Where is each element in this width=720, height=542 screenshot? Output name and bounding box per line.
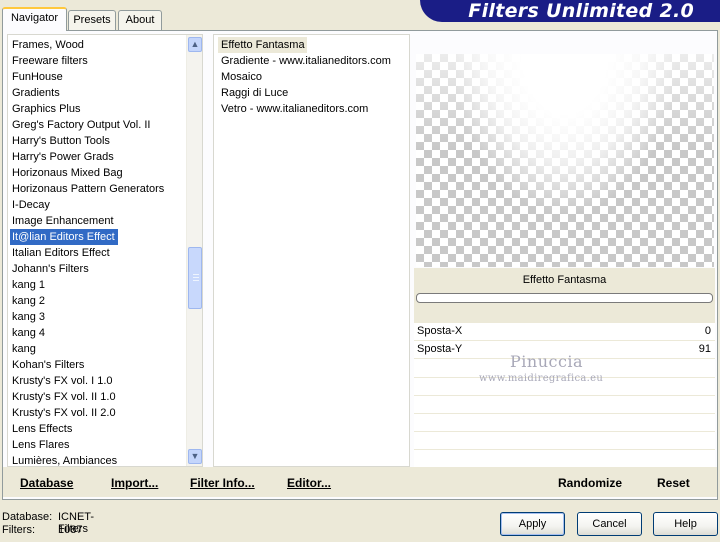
category-item[interactable]: It@lian Editors Effect <box>10 229 118 245</box>
filter-title: Effetto Fantasma <box>522 274 607 286</box>
category-listbox[interactable]: Frames, Wood Freeware filters FunHouse Grad… <box>7 34 203 467</box>
category-item[interactable]: Horizonaus Pattern Generators <box>8 181 186 197</box>
preview-effect <box>416 54 714 267</box>
category-item[interactable]: kang <box>8 341 186 357</box>
apply-button[interactable]: Apply <box>500 512 565 536</box>
category-item[interactable]: Italian Editors Effect <box>8 245 186 261</box>
randomize-button[interactable]: Randomize <box>558 476 622 490</box>
category-list[interactable]: Frames, Wood Freeware filters FunHouse Grad… <box>8 35 186 466</box>
editor-button[interactable]: Editor... <box>287 476 331 490</box>
cancel-button[interactable]: Cancel <box>577 512 642 536</box>
param-value: 91 <box>698 343 711 355</box>
progress-bar <box>416 293 713 303</box>
category-item[interactable]: Harry's Button Tools <box>8 133 186 149</box>
category-item[interactable]: Harry's Power Grads <box>8 149 186 165</box>
category-scrollbar[interactable]: ▲ ▼ <box>186 35 202 466</box>
divider <box>414 413 715 414</box>
reset-button[interactable]: Reset <box>657 476 690 490</box>
status-database-label: Database: <box>2 511 53 523</box>
divider <box>414 449 715 450</box>
category-item[interactable]: kang 3 <box>8 309 186 325</box>
app-title: Filters Unlimited 2.0 <box>468 0 694 22</box>
filter-listbox[interactable]: Effetto Fantasma Gradiente - www.italiane… <box>213 34 410 467</box>
watermark-site: www.maidiregrafica.eu <box>479 373 604 384</box>
status-filters: Filters: 1087 <box>2 524 82 536</box>
filter-item[interactable]: Effetto Fantasma <box>218 37 307 53</box>
category-item[interactable]: Lens Effects <box>8 421 186 437</box>
category-item[interactable]: I-Decay <box>8 197 186 213</box>
bottom-toolbar: Database Import... Filter Info... Editor… <box>3 467 717 497</box>
category-item[interactable]: Krusty's FX vol. II 1.0 <box>8 389 186 405</box>
tab-presets[interactable]: Presets <box>68 10 116 30</box>
import-label: Import... <box>111 476 159 490</box>
scroll-up-icon[interactable]: ▲ <box>188 37 202 52</box>
divider <box>414 395 715 396</box>
status-database: Database: ICNET-Filters <box>2 511 94 535</box>
category-item[interactable]: FunHouse <box>8 69 186 85</box>
category-item[interactable]: Gradients <box>8 85 186 101</box>
filter-info-label: Filter Info... <box>190 476 255 490</box>
category-item[interactable]: kang 1 <box>8 277 186 293</box>
database-label: Database <box>20 476 74 490</box>
category-item[interactable]: Krusty's FX vol. II 2.0 <box>8 405 186 421</box>
category-item[interactable]: Greg's Factory Output Vol. II <box>8 117 186 133</box>
parameter-area: Sposta-X 0 Sposta-Y 91 <box>414 323 715 467</box>
category-item[interactable]: Freeware filters <box>8 53 186 69</box>
category-item[interactable]: Johann's Filters <box>8 261 186 277</box>
filter-item[interactable]: Raggi di Luce <box>214 85 409 101</box>
category-item[interactable]: Image Enhancement <box>8 213 186 229</box>
status-filters-value: 1087 <box>58 524 83 536</box>
category-item[interactable]: Lumières, Ambiances <box>8 453 186 466</box>
category-item[interactable]: Horizonaus Mixed Bag <box>8 165 186 181</box>
param-row-sposta-x[interactable]: Sposta-X 0 <box>414 323 715 341</box>
category-item[interactable]: Frames, Wood <box>8 37 186 53</box>
grip-icon <box>193 274 199 281</box>
param-label: Sposta-X <box>417 325 463 337</box>
editor-label: Editor... <box>287 476 332 490</box>
category-item[interactable]: Kohan's Filters <box>8 357 186 373</box>
filter-list[interactable]: Effetto Fantasma Gradiente - www.italiane… <box>214 35 409 117</box>
divider <box>414 431 715 432</box>
preview-canvas <box>416 54 714 267</box>
help-button[interactable]: Help <box>653 512 718 536</box>
param-value: 0 <box>704 325 711 337</box>
category-item[interactable]: Lens Flares <box>8 437 186 453</box>
tab-navigator[interactable]: Navigator <box>2 7 67 31</box>
category-item[interactable]: Graphics Plus <box>8 101 186 117</box>
category-item[interactable]: Krusty's FX vol. I 1.0 <box>8 373 186 389</box>
scroll-thumb[interactable] <box>188 247 202 309</box>
category-item[interactable]: kang 2 <box>8 293 186 309</box>
filter-item[interactable]: Gradiente - www.italianeditors.com <box>214 53 409 69</box>
filter-item[interactable]: Mosaico <box>214 69 409 85</box>
import-button[interactable]: Import... <box>111 476 158 490</box>
filter-item[interactable]: Vetro - www.italianeditors.com <box>214 101 409 117</box>
param-label: Sposta-Y <box>417 343 463 355</box>
app-banner: Filters Unlimited 2.0 <box>420 0 720 22</box>
status-filters-label: Filters: <box>2 524 35 536</box>
filter-info-button[interactable]: Filter Info... <box>190 476 255 490</box>
category-item[interactable]: kang 4 <box>8 325 186 341</box>
scroll-down-icon[interactable]: ▼ <box>188 449 202 464</box>
database-button[interactable]: Database <box>20 476 73 490</box>
watermark-name: Pinuccia <box>510 352 584 371</box>
tab-about[interactable]: About <box>118 10 162 30</box>
